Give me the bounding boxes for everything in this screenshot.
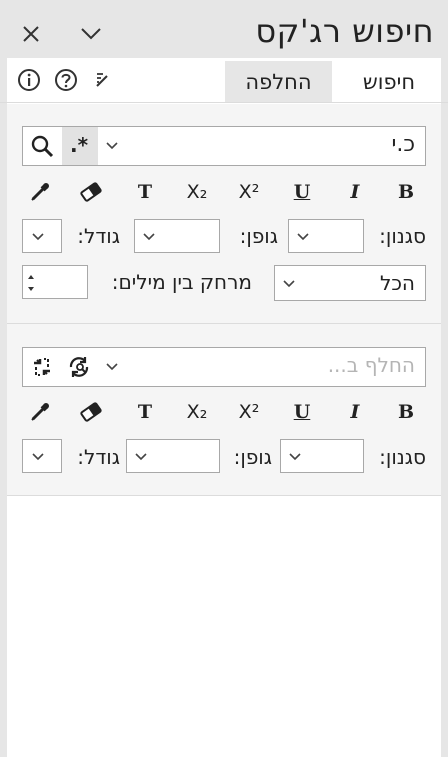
- replace-all-icon: [34, 358, 50, 376]
- eyedropper-button[interactable]: [22, 395, 58, 429]
- eraser-button[interactable]: [73, 175, 109, 209]
- tabs-divider: [0, 102, 448, 103]
- close-button[interactable]: [13, 16, 49, 52]
- word-spacing-label: מרחק בין מילים:: [111, 270, 252, 294]
- style-select[interactable]: [288, 219, 364, 253]
- font-label: גופן:: [239, 224, 278, 248]
- regex-toggle[interactable]: .*: [62, 127, 98, 165]
- superscript-button[interactable]: X²: [231, 175, 267, 209]
- subscript-label: X₂: [186, 401, 208, 423]
- close-icon: [23, 26, 39, 42]
- chevron-down-icon: [289, 453, 301, 461]
- replace-all-button[interactable]: [24, 349, 60, 385]
- eraser-button[interactable]: [73, 395, 109, 429]
- search-button[interactable]: [24, 128, 60, 164]
- text-style-button[interactable]: T: [127, 175, 163, 209]
- text-style-button[interactable]: T: [127, 395, 163, 429]
- chevron-down-icon: [283, 280, 295, 288]
- text-style-label: T: [137, 401, 153, 423]
- search-input-value: כ.י: [391, 132, 415, 157]
- size-label: גודל:: [77, 445, 120, 469]
- chevron-down-icon: [32, 453, 44, 461]
- italic-label: I: [350, 401, 360, 423]
- style-select[interactable]: [280, 439, 364, 473]
- scope-value: הכל: [379, 271, 415, 295]
- size-select[interactable]: [22, 439, 62, 473]
- help-button[interactable]: [48, 62, 84, 98]
- panel-title: חיפוש רג'קס: [255, 12, 434, 50]
- subscript-label: X₂: [186, 181, 208, 203]
- subscript-button[interactable]: X₂: [179, 175, 215, 209]
- bold-button[interactable]: B: [388, 175, 424, 209]
- size-select[interactable]: [22, 219, 62, 253]
- underline-label: U: [293, 401, 311, 423]
- search-icon: [31, 135, 54, 158]
- size-label: גודל:: [77, 224, 120, 248]
- tab-replace[interactable]: החלפה: [225, 61, 332, 103]
- tab-search[interactable]: חיפוש: [337, 61, 441, 103]
- eyedropper-icon: [31, 183, 49, 201]
- chevron-down-icon: [81, 28, 101, 40]
- edit-button[interactable]: [86, 62, 122, 98]
- info-icon: [18, 69, 40, 91]
- replace-input-placeholder: החלף ב...: [327, 353, 415, 377]
- word-spacing-input[interactable]: [22, 265, 88, 299]
- font-label: גופן:: [233, 445, 272, 469]
- replace-icon: [69, 357, 89, 377]
- chevron-down-icon: [32, 233, 44, 241]
- font-select[interactable]: [134, 219, 220, 253]
- font-select[interactable]: [126, 439, 220, 473]
- replace-section-divider: [7, 495, 441, 496]
- italic-button[interactable]: I: [337, 175, 373, 209]
- chevron-down-icon: [297, 233, 309, 241]
- text-style-label: T: [137, 181, 153, 203]
- chevron-down-icon: [143, 233, 155, 241]
- style-label: סגנון:: [379, 445, 426, 469]
- superscript-label: X²: [238, 401, 260, 423]
- underline-button[interactable]: U: [284, 395, 320, 429]
- chevron-down-icon[interactable]: [104, 138, 120, 154]
- chevron-down-icon: [135, 453, 147, 461]
- edit-icon: [96, 73, 108, 87]
- italic-label: I: [350, 181, 360, 203]
- chevron-down-icon[interactable]: [104, 359, 120, 375]
- help-icon: [55, 69, 77, 91]
- superscript-label: X²: [238, 181, 260, 203]
- regex-icon: .*: [70, 133, 89, 157]
- bold-label: B: [397, 401, 415, 423]
- bold-label: B: [397, 181, 415, 203]
- eyedropper-icon: [31, 403, 49, 421]
- style-label: סגנון:: [379, 224, 426, 248]
- italic-button[interactable]: I: [337, 395, 373, 429]
- eraser-icon: [80, 182, 102, 202]
- scope-select[interactable]: הכל: [274, 265, 426, 301]
- info-button[interactable]: [11, 62, 47, 98]
- subscript-button[interactable]: X₂: [179, 395, 215, 429]
- underline-label: U: [293, 181, 311, 203]
- eraser-icon: [80, 402, 102, 422]
- superscript-button[interactable]: X²: [231, 395, 267, 429]
- replace-button[interactable]: [61, 349, 97, 385]
- underline-button[interactable]: U: [284, 175, 320, 209]
- spinner-icon[interactable]: [26, 271, 36, 295]
- eyedropper-button[interactable]: [22, 175, 58, 209]
- collapse-button[interactable]: [73, 16, 109, 52]
- bold-button[interactable]: B: [388, 395, 424, 429]
